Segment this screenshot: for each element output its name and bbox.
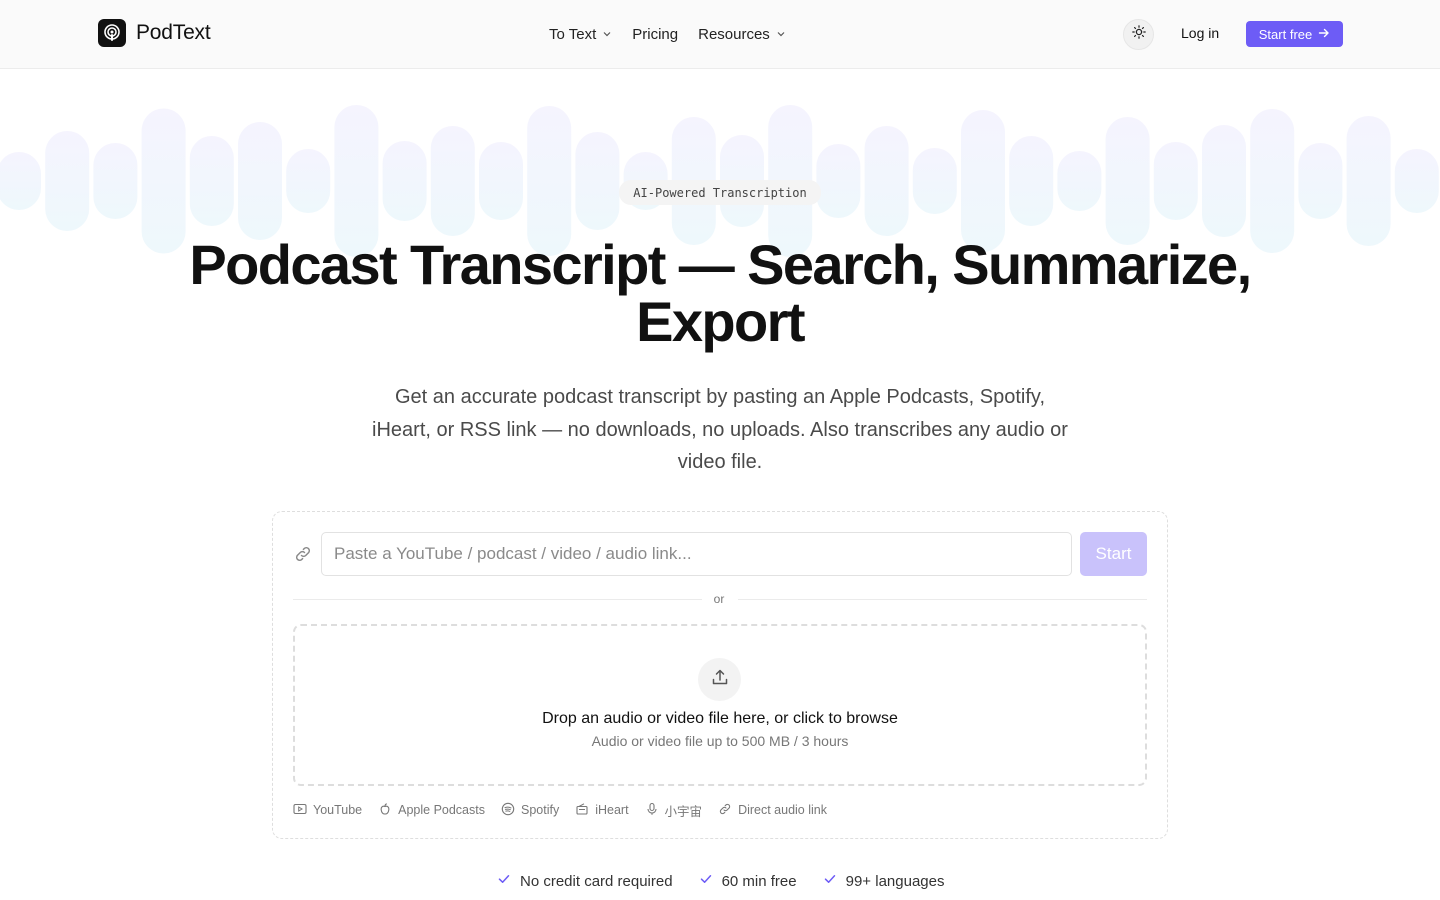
- source-iheart: iHeart: [575, 801, 629, 819]
- waveform-bar: [1009, 136, 1054, 226]
- radio-icon: [575, 802, 589, 819]
- source-xiaoyuzhou: 小宇宙: [645, 801, 703, 819]
- waveform-bar: [286, 149, 331, 213]
- link-icon: [718, 802, 732, 819]
- waveform-bar: [1153, 142, 1198, 220]
- nav-to-text-label: To Text: [549, 25, 597, 43]
- source-direct-link: Direct audio link: [718, 801, 827, 819]
- sun-icon: [1131, 25, 1146, 44]
- waveform-bar: [382, 141, 427, 221]
- divider-line-left: [293, 599, 702, 600]
- source-youtube-label: YouTube: [313, 803, 363, 817]
- waveform-bar: [479, 142, 523, 220]
- chevron-down-icon: [602, 29, 612, 39]
- nav-to-text[interactable]: To Text: [549, 24, 612, 44]
- theme-toggle-button[interactable]: [1123, 19, 1154, 50]
- waveform-bar: [141, 108, 186, 254]
- waveform-bar: [1202, 125, 1246, 237]
- source-iheart-label: iHeart: [595, 803, 629, 817]
- waveform-bar: [45, 131, 90, 231]
- feature-label: 60 min free: [721, 872, 797, 890]
- start-button[interactable]: Start: [1080, 532, 1147, 576]
- source-youtube: YouTube: [293, 801, 362, 819]
- youtube-icon: [293, 802, 307, 819]
- feature-item: 60 min free: [699, 870, 797, 892]
- chevron-down-icon: [776, 29, 786, 39]
- check-icon: [699, 872, 713, 890]
- file-dropzone[interactable]: [293, 624, 1147, 786]
- nav-resources-label: Resources: [698, 25, 770, 43]
- start-free-label: Start free: [1258, 26, 1313, 42]
- arrow-right-icon: [1318, 27, 1330, 42]
- feature-list: No credit card required 60 min free 99+ …: [497, 870, 944, 892]
- waveform-bar: [430, 126, 475, 236]
- source-apple-podcasts-label: Apple Podcasts: [398, 803, 485, 817]
- brand-name: PodText: [136, 21, 211, 44]
- check-icon: [497, 872, 511, 890]
- upload-icon: [710, 667, 730, 692]
- waveform-bar: [864, 126, 909, 236]
- supported-sources: YouTube Apple Podcasts Spotify iHeart 小宇…: [293, 801, 827, 819]
- feature-item: No credit card required: [497, 870, 673, 892]
- feature-item: 99+ languages: [823, 870, 945, 892]
- waveform-bar: [1346, 116, 1391, 246]
- waveform-bar: [1105, 117, 1150, 245]
- hero-subtitle-line-3: video file.: [677, 451, 763, 473]
- page-title-line-2: Export: [636, 290, 805, 353]
- start-free-button[interactable]: Start free: [1246, 21, 1343, 47]
- source-direct-link-label: Direct audio link: [738, 803, 827, 817]
- waveform-bar: [575, 132, 620, 230]
- waveform-bar: [238, 122, 282, 240]
- divider-line-right: [738, 599, 1147, 600]
- waveform-bar: [1057, 151, 1102, 211]
- dropzone-subtitle: Audio or video file up to 500 MB / 3 hou…: [591, 733, 849, 749]
- hero-subtitle-line-1: Get an accurate podcast transcript by pa…: [395, 386, 1045, 408]
- waveform-bar: [1394, 149, 1439, 213]
- main-nav: To Text Pricing Resources: [549, 24, 786, 44]
- podcast-logo-icon: [98, 19, 126, 47]
- waveform-bar: [961, 110, 1005, 252]
- waveform-bar: [0, 152, 41, 210]
- waveform-bar: [189, 136, 234, 226]
- check-icon: [823, 872, 837, 890]
- page-title: Podcast Transcript — Search, Summarize, …: [120, 236, 1320, 350]
- waveform-bar: [1250, 109, 1295, 253]
- top-navbar: PodText To Text Pricing Resources Log in…: [0, 0, 1440, 69]
- upload-button[interactable]: [698, 658, 741, 701]
- nav-pricing-label: Pricing: [632, 25, 679, 43]
- feature-label: 99+ languages: [845, 872, 945, 890]
- eyebrow-badge: AI-Powered Transcription: [619, 180, 821, 205]
- nav-resources[interactable]: Resources: [698, 24, 786, 44]
- dropzone-title: Drop an audio or video file here, or cli…: [542, 710, 898, 727]
- microphone-icon: [645, 802, 659, 819]
- hero-subtitle: Get an accurate podcast transcript by pa…: [330, 381, 1110, 479]
- url-input[interactable]: [321, 532, 1072, 576]
- waveform-bar: [816, 144, 861, 218]
- source-spotify-label: Spotify: [520, 803, 560, 817]
- brand-logo[interactable]: PodText: [98, 19, 211, 47]
- waveform-bar: [93, 143, 138, 219]
- login-link[interactable]: Log in: [1181, 25, 1219, 41]
- waveform-bar: [912, 148, 957, 214]
- feature-label: No credit card required: [520, 872, 673, 890]
- source-xiaoyuzhou-label: 小宇宙: [664, 804, 703, 819]
- page-title-line-1: Podcast Transcript — Search, Summarize,: [189, 233, 1252, 296]
- apple-icon: [378, 802, 392, 819]
- divider-or: or: [713, 592, 725, 606]
- waveform-bar: [1298, 143, 1343, 219]
- link-icon: [293, 544, 313, 569]
- nav-pricing[interactable]: Pricing: [632, 24, 678, 44]
- source-spotify: Spotify: [501, 801, 559, 819]
- source-apple-podcasts: Apple Podcasts: [378, 801, 485, 819]
- spotify-icon: [501, 802, 515, 819]
- hero-subtitle-line-2: iHeart, or RSS link — no downloads, no u…: [372, 418, 1068, 441]
